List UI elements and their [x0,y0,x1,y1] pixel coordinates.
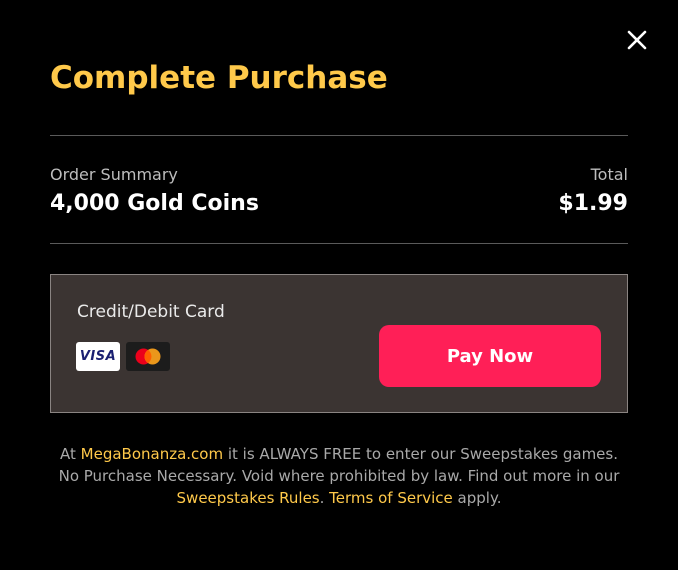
disclaimer-text: At [60,445,81,463]
visa-card-icon: VISA [76,342,120,371]
payment-method-label: Credit/Debit Card [77,302,225,322]
order-summary-label: Order Summary [50,165,178,184]
disclaimer-text: apply. [452,489,502,507]
total-label: Total [590,165,628,184]
terms-of-service-link[interactable]: Terms of Service [329,489,453,507]
dialog-title: Complete Purchase [50,60,388,96]
divider [50,135,628,136]
pay-now-button[interactable]: Pay Now [379,325,601,387]
visa-card-label: VISA [79,349,117,364]
purchase-dialog: Complete Purchase Order Summary 4,000 Go… [0,0,678,570]
total-value: $1.99 [558,191,628,216]
sweepstakes-disclaimer: At MegaBonanza.com it is ALWAYS FREE to … [50,443,628,509]
payment-method-box: Credit/Debit Card VISA Pay Now [50,274,628,413]
megabonanza-link[interactable]: MegaBonanza.com [81,445,223,463]
divider [50,243,628,244]
disclaimer-text: . [319,489,330,507]
close-icon[interactable] [625,28,649,52]
order-item-name: 4,000 Gold Coins [50,191,259,216]
mastercard-icon [126,342,170,371]
sweepstakes-rules-link[interactable]: Sweepstakes Rules [177,489,320,507]
